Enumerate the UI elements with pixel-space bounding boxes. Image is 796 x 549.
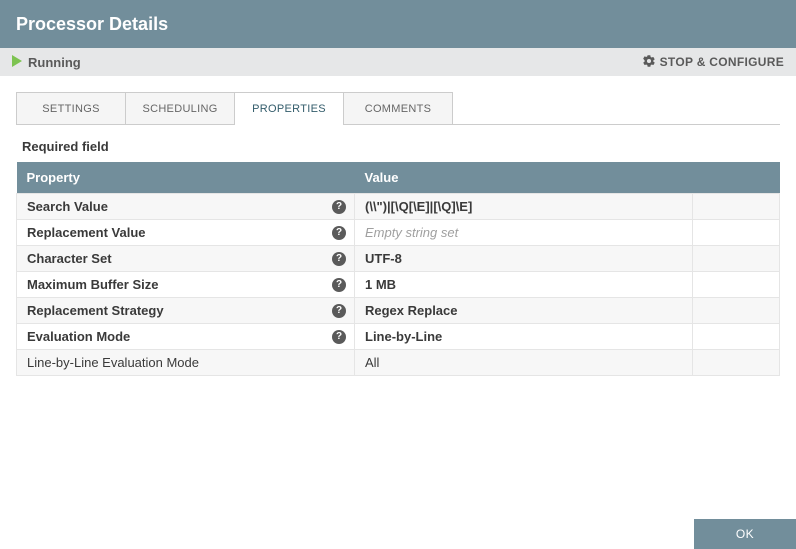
prop-name-text: Evaluation Mode bbox=[27, 329, 130, 344]
prop-value-text: UTF-8 bbox=[365, 251, 402, 266]
prop-name-text: Replacement Value bbox=[27, 225, 146, 240]
page-title: Processor Details bbox=[16, 14, 168, 35]
prop-name: Line-by-Line Evaluation Mode bbox=[17, 350, 355, 376]
table-row[interactable]: Replacement Value ? Empty string set bbox=[17, 220, 780, 246]
required-field-label: Required field bbox=[22, 139, 780, 154]
prop-value[interactable]: Line-by-Line bbox=[355, 324, 693, 350]
prop-value[interactable]: 1 MB bbox=[355, 272, 693, 298]
tab-comments[interactable]: COMMENTS bbox=[343, 92, 453, 124]
ok-button[interactable]: OK bbox=[694, 519, 796, 549]
tab-scheduling[interactable]: SCHEDULING bbox=[125, 92, 235, 124]
table-row[interactable]: Search Value ? (\\")|[\Q[\E]|[\Q]\E] bbox=[17, 194, 780, 220]
table-row[interactable]: Evaluation Mode ? Line-by-Line bbox=[17, 324, 780, 350]
col-header-property: Property bbox=[17, 162, 355, 194]
prop-value-text: 1 MB bbox=[365, 277, 396, 292]
prop-extra bbox=[693, 350, 780, 376]
help-icon[interactable]: ? bbox=[332, 304, 346, 318]
prop-value-text: (\\")|[\Q[\E]|[\Q]\E] bbox=[365, 199, 472, 214]
running-icon bbox=[12, 55, 22, 70]
prop-name-text: Replacement Strategy bbox=[27, 303, 164, 318]
prop-value-text: Regex Replace bbox=[365, 303, 458, 318]
col-header-value: Value bbox=[355, 162, 693, 194]
prop-value-text: Empty string set bbox=[365, 225, 458, 240]
help-icon[interactable]: ? bbox=[332, 226, 346, 240]
status-bar: Running STOP & CONFIGURE bbox=[0, 48, 796, 76]
prop-value-text: All bbox=[365, 355, 379, 370]
prop-name: Replacement Strategy ? bbox=[17, 298, 355, 324]
status-state: Running bbox=[28, 55, 81, 70]
tab-properties[interactable]: PROPERTIES bbox=[234, 92, 344, 124]
prop-extra bbox=[693, 220, 780, 246]
prop-value[interactable]: All bbox=[355, 350, 693, 376]
stop-configure-label: STOP & CONFIGURE bbox=[660, 55, 784, 69]
prop-name: Search Value ? bbox=[17, 194, 355, 220]
prop-extra bbox=[693, 324, 780, 350]
status-left: Running bbox=[12, 55, 81, 70]
col-header-extra bbox=[693, 162, 780, 194]
prop-value[interactable]: Empty string set bbox=[355, 220, 693, 246]
footer-bar: OK bbox=[694, 519, 796, 549]
tab-settings[interactable]: SETTINGS bbox=[16, 92, 126, 124]
table-row[interactable]: Line-by-Line Evaluation Mode All bbox=[17, 350, 780, 376]
prop-extra bbox=[693, 298, 780, 324]
prop-value[interactable]: Regex Replace bbox=[355, 298, 693, 324]
properties-table: Property Value Search Value ? (\\")|[\Q[… bbox=[16, 162, 780, 376]
help-icon[interactable]: ? bbox=[332, 330, 346, 344]
help-icon[interactable]: ? bbox=[332, 278, 346, 292]
prop-name: Replacement Value ? bbox=[17, 220, 355, 246]
stop-configure-button[interactable]: STOP & CONFIGURE bbox=[642, 54, 784, 71]
table-row[interactable]: Character Set ? UTF-8 bbox=[17, 246, 780, 272]
prop-extra bbox=[693, 246, 780, 272]
prop-value-text: Line-by-Line bbox=[365, 329, 442, 344]
prop-name-text: Line-by-Line Evaluation Mode bbox=[27, 355, 199, 370]
prop-name: Evaluation Mode ? bbox=[17, 324, 355, 350]
prop-name: Maximum Buffer Size ? bbox=[17, 272, 355, 298]
prop-value[interactable]: UTF-8 bbox=[355, 246, 693, 272]
content-area: SETTINGS SCHEDULING PROPERTIES COMMENTS … bbox=[0, 76, 796, 519]
prop-name-text: Character Set bbox=[27, 251, 112, 266]
table-row[interactable]: Replacement Strategy ? Regex Replace bbox=[17, 298, 780, 324]
header-bar: Processor Details bbox=[0, 0, 796, 48]
prop-name: Character Set ? bbox=[17, 246, 355, 272]
gear-stop-icon bbox=[642, 54, 656, 71]
table-row[interactable]: Maximum Buffer Size ? 1 MB bbox=[17, 272, 780, 298]
prop-extra bbox=[693, 272, 780, 298]
tab-bar: SETTINGS SCHEDULING PROPERTIES COMMENTS bbox=[16, 92, 780, 125]
help-icon[interactable]: ? bbox=[332, 200, 346, 214]
prop-name-text: Search Value bbox=[27, 199, 108, 214]
help-icon[interactable]: ? bbox=[332, 252, 346, 266]
prop-extra bbox=[693, 194, 780, 220]
prop-value[interactable]: (\\")|[\Q[\E]|[\Q]\E] bbox=[355, 194, 693, 220]
prop-name-text: Maximum Buffer Size bbox=[27, 277, 158, 292]
